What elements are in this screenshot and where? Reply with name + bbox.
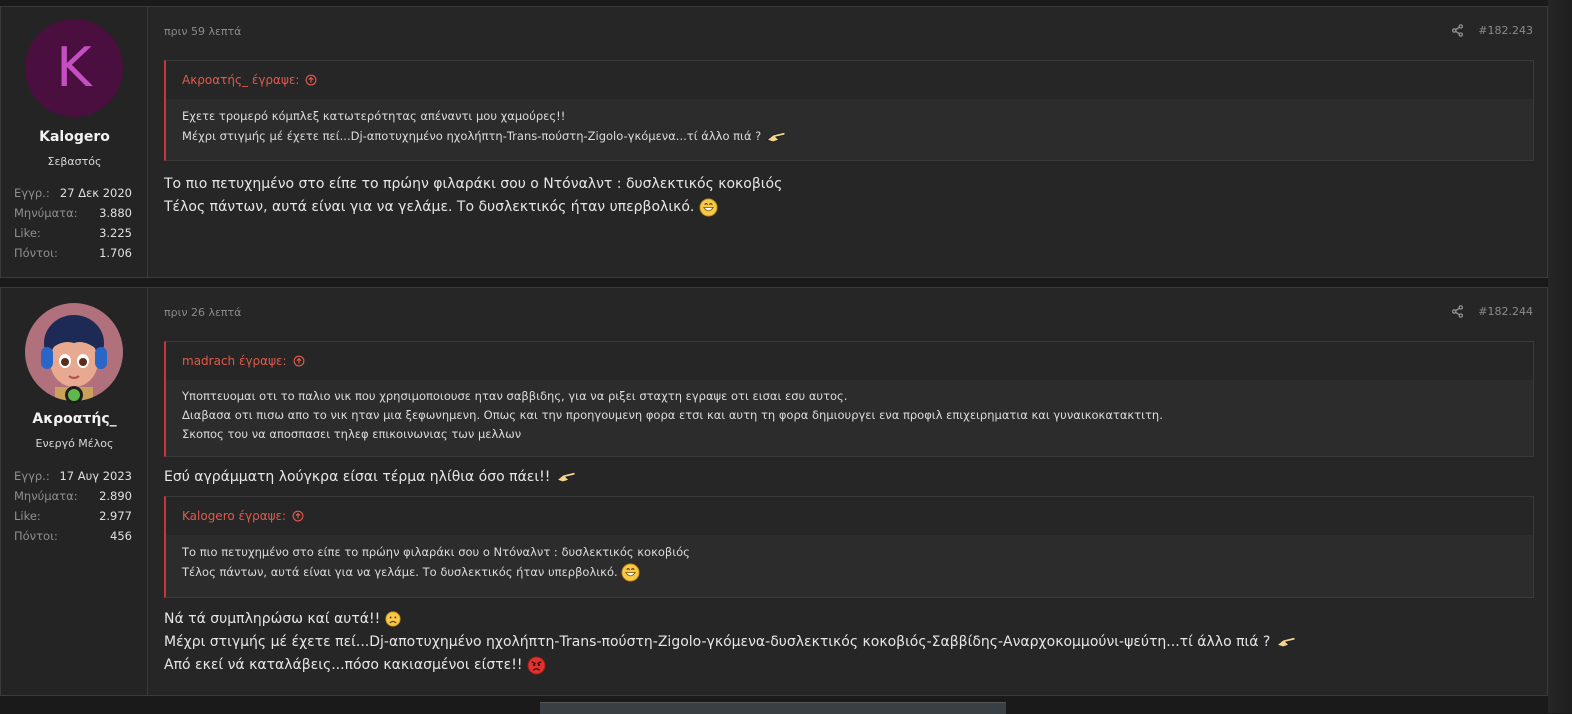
quote-text: Υποπτευομαι οτι το παλιο νικ που χρησιμο… [182, 389, 1163, 441]
stat-row: Εγγρ.: 17 Αυγ 2023 [14, 469, 132, 483]
user-panel: K Kalogero Σεβαστός Εγγρ.: 27 Δεκ 2020 Μη… [1, 7, 148, 277]
share-icon[interactable] [1451, 24, 1464, 37]
username[interactable]: Ακροατής_ [1, 411, 148, 427]
quote-author[interactable]: madrach έγραψε: [166, 342, 1533, 380]
post: Ακροατής_ Ενεργό Μέλος Εγγρ.: 17 Αυγ 2023… [0, 287, 1548, 696]
online-status-icon [65, 386, 83, 404]
avatar[interactable]: K [25, 19, 123, 117]
arrow-up-circle-icon[interactable] [293, 355, 305, 367]
stat-row: Μηνύματα: 2.890 [14, 489, 132, 503]
share-icon[interactable] [1451, 305, 1464, 318]
quote-text: Εχετε τρομερό κόμπλεξ κατωτερότητας απέν… [166, 99, 1533, 154]
page-background-edge [1548, 0, 1572, 713]
arrow-up-circle-icon[interactable] [292, 510, 304, 522]
user-stats: Εγγρ.: 17 Αυγ 2023 Μηνύματα: 2.890 Like: 2.… [14, 466, 132, 546]
post-time[interactable]: πριν 26 λεπτά [164, 306, 241, 319]
pointing-hand-icon [1275, 636, 1296, 648]
post-meta: #182.244 [1451, 305, 1533, 318]
stat-row: Πόντοι: 1.706 [14, 246, 132, 260]
quote-text: Το πιο πετυχημένο στο είπε το πρώην φιλα… [166, 535, 1533, 590]
pointing-hand-icon [765, 130, 786, 143]
stat-row: Πόντοι: 456 [14, 529, 132, 543]
post-number[interactable]: #182.244 [1478, 305, 1533, 318]
avatar-letter: K [25, 19, 123, 117]
quote-block: madrach έγραψε: Υποπτευομαι οτι το παλιο… [164, 341, 1534, 457]
grinning-face-icon [699, 197, 718, 217]
post-time[interactable]: πριν 59 λεπτά [164, 25, 241, 38]
post-number[interactable]: #182.243 [1478, 24, 1533, 37]
user-panel: Ακροατής_ Ενεργό Μέλος Εγγρ.: 17 Αυγ 2023… [1, 288, 148, 695]
angry-face-icon [527, 655, 546, 675]
post-message: Εσύ αγράμματη λούγκρα είσαι τέρμα ηλίθια… [164, 466, 577, 489]
stat-row: Like: 2.977 [14, 509, 132, 523]
user-stats: Εγγρ.: 27 Δεκ 2020 Μηνύματα: 3.880 Like: 3.… [14, 183, 132, 263]
stat-row: Εγγρ.: 27 Δεκ 2020 [14, 186, 132, 200]
arrow-up-circle-icon[interactable] [305, 74, 317, 86]
grinning-face-icon [621, 563, 640, 582]
pointing-hand-icon [555, 471, 576, 483]
quote-author[interactable]: Kalogero έγραψε: [166, 497, 1533, 535]
quote-author[interactable]: Ακροατής_ έγραψε: [166, 61, 1533, 99]
post-message: Νά τά συμπληρώσω καί αυτά!! Μέχρι στιγμή… [164, 608, 1297, 677]
post: K Kalogero Σεβαστός Εγγρ.: 27 Δεκ 2020 Μη… [0, 6, 1548, 278]
quote-block: Ακροατής_ έγραψε: Εχετε τρομερό κόμπλεξ … [164, 60, 1534, 161]
user-title: Σεβαστός [47, 155, 102, 168]
username[interactable]: Kalogero [1, 129, 148, 145]
stat-row: Like: 3.225 [14, 226, 132, 240]
sad-face-icon [385, 611, 401, 627]
user-title: Ενεργό Μέλος [35, 437, 114, 450]
stat-row: Μηνύματα: 3.880 [14, 206, 132, 220]
post-meta: #182.243 [1451, 24, 1533, 37]
post-message: Το πιο πετυχημένο στο είπε το πρώην φιλα… [164, 176, 783, 217]
quote-block: Kalogero έγραψε: Το πιο πετυχημένο στο ε… [164, 496, 1534, 598]
partial-image-preview [540, 702, 1006, 714]
